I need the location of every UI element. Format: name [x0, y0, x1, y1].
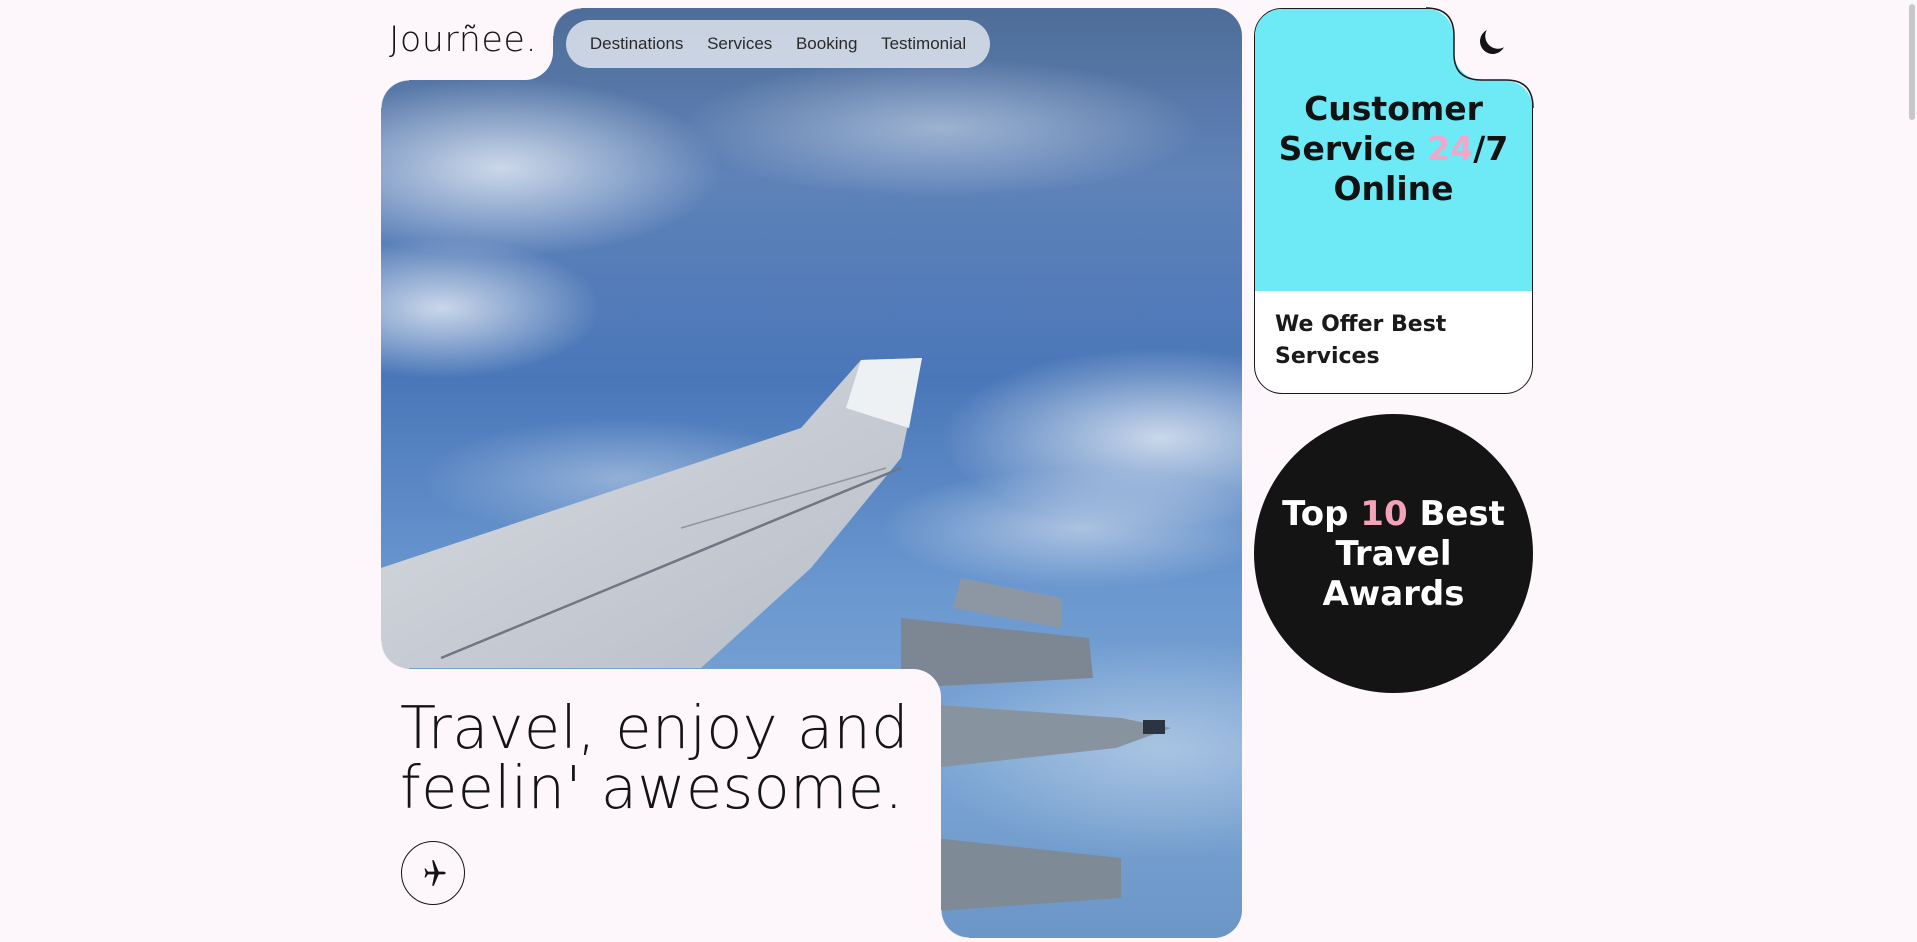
book-flight-button[interactable] — [401, 841, 465, 905]
cs-title-line-1: Customer — [1304, 89, 1483, 128]
hero-headline-line-2: feelin' awesome. — [400, 753, 904, 822]
hero-headline: Travel, enjoy and feelin' awesome. — [400, 698, 940, 818]
airplane-icon — [424, 860, 446, 886]
awards-best: Best — [1407, 493, 1505, 534]
customer-service-title: Customer Service 24/7 Online — [1255, 89, 1532, 209]
moon-icon[interactable] — [1474, 24, 1510, 60]
nav-item-booking[interactable]: Booking — [796, 34, 857, 54]
cs-title-line-2: Service 24/7 — [1255, 129, 1532, 169]
customer-service-subtitle: We Offer Best Services — [1275, 312, 1447, 369]
hero-headline-line-1: Travel, enjoy and — [400, 693, 909, 762]
notch-corner — [381, 641, 409, 669]
awards-text: Top 10 Best Travel Awards — [1282, 494, 1505, 614]
cs-title-slash-seven: /7 — [1473, 129, 1509, 168]
nav-item-destinations[interactable]: Destinations — [590, 34, 684, 54]
brand-logo[interactable]: Jourñee. — [389, 20, 537, 60]
notch-corner — [1505, 80, 1533, 108]
awards-travel: Travel — [1335, 533, 1452, 574]
nav-item-testimonial[interactable]: Testimonial — [881, 34, 966, 54]
awards-top: Top — [1282, 493, 1361, 534]
page-scrollbar[interactable] — [1909, 4, 1915, 120]
notch-corner — [941, 910, 969, 938]
cs-title-line-3: Online — [1333, 169, 1454, 208]
awards-badge[interactable]: Top 10 Best Travel Awards — [1254, 414, 1533, 693]
nav-item-services[interactable]: Services — [707, 34, 772, 54]
cs-title-service: Service — [1278, 129, 1428, 168]
notch-corner — [1426, 8, 1454, 36]
awards-awards: Awards — [1322, 573, 1465, 614]
page: Jourñee. Destinations Services Booking T… — [0, 0, 1917, 942]
main-nav: Destinations Services Booking Testimonia… — [566, 20, 990, 68]
awards-highlight: 10 — [1360, 493, 1408, 534]
cs-title-highlight: 24 — [1427, 129, 1474, 168]
